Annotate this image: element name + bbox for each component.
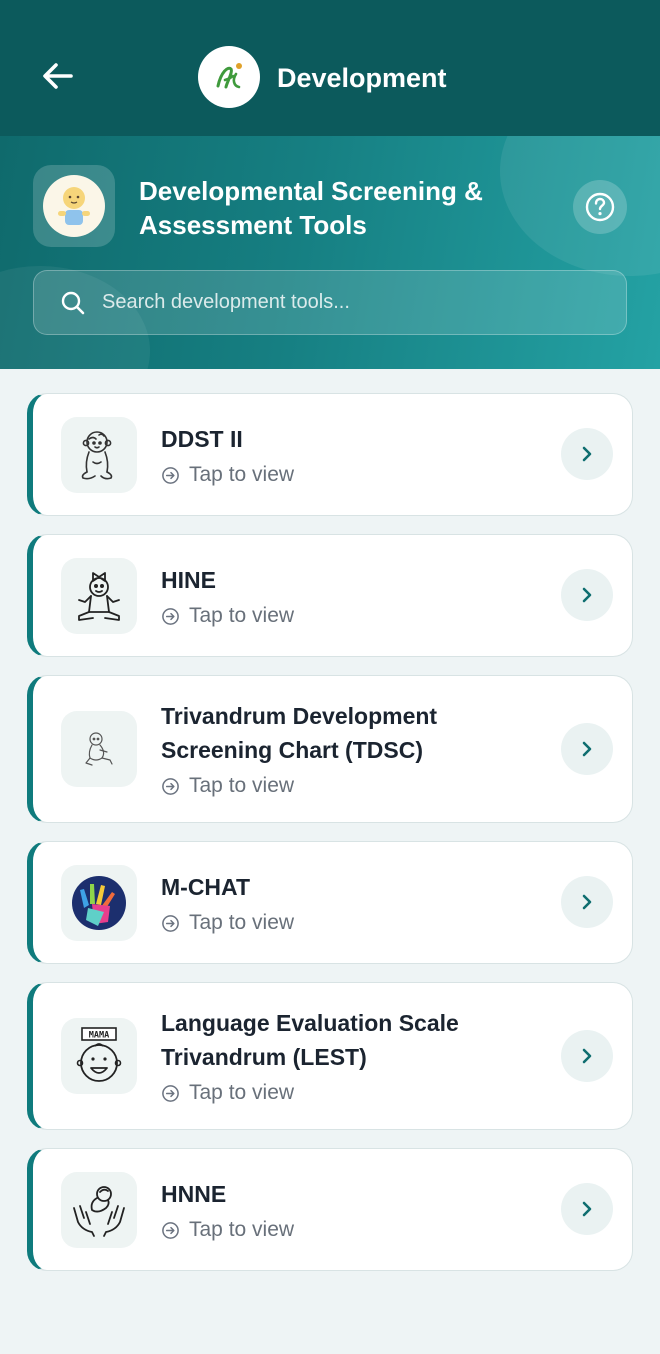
tool-title: M-CHAT — [161, 874, 250, 900]
arrow-left-icon — [43, 63, 73, 89]
baby-icon — [58, 187, 90, 225]
sitting-baby-icon — [81, 431, 113, 480]
app-logo — [198, 46, 260, 108]
tool-subtitle: Tap to view — [189, 1218, 295, 1241]
tool-title: Trivandrum Development Screening Chart (… — [161, 703, 438, 763]
open-tool-button[interactable] — [561, 428, 613, 480]
search-input[interactable] — [102, 291, 582, 314]
help-button[interactable] — [573, 180, 627, 234]
app-logo-icon — [216, 63, 242, 89]
tool-card-ddst-ii[interactable]: DDST II Tap to view — [27, 393, 633, 516]
chevron-right-icon — [582, 894, 592, 910]
top-app-bar: Development — [0, 0, 660, 136]
tool-subtitle: Tap to view — [189, 604, 295, 627]
tool-card-hine[interactable]: HINE Tap to view — [27, 534, 633, 657]
tool-card-lest[interactable]: MAMA Language Evaluation Scale Trivandru… — [27, 982, 633, 1130]
tool-subtitle: Tap to view — [189, 463, 295, 486]
tool-icon-box: MAMA — [61, 1018, 137, 1094]
back-button[interactable] — [36, 56, 80, 96]
tool-subtitle: Tap to view — [189, 774, 295, 797]
arrow-circle-right-icon — [161, 1083, 181, 1103]
hero-title: Developmental Screening & Assessment Too… — [139, 176, 483, 240]
tool-subtitle: Tap to view — [189, 1081, 295, 1104]
open-tool-button[interactable] — [561, 1030, 613, 1082]
tool-icon-box — [61, 1172, 137, 1248]
chevron-right-icon — [582, 1201, 592, 1217]
open-tool-button[interactable] — [561, 723, 613, 775]
question-circle-icon — [585, 192, 615, 222]
hero-icon-box — [33, 165, 115, 247]
arrow-circle-right-icon — [161, 606, 181, 626]
search-bar[interactable] — [33, 270, 627, 335]
tool-subtitle: Tap to view — [189, 911, 295, 934]
mama-baby-icon: MAMA — [76, 1027, 122, 1082]
arrow-circle-right-icon — [161, 913, 181, 933]
tool-icon-box — [61, 417, 137, 493]
crawling-baby-icon — [85, 732, 113, 766]
arrow-circle-right-icon — [161, 1220, 181, 1240]
chevron-right-icon — [582, 1048, 592, 1064]
svg-text:MAMA: MAMA — [89, 1031, 109, 1041]
baby-girl-icon — [78, 572, 120, 621]
chevron-right-icon — [582, 587, 592, 603]
tool-card-tdsc[interactable]: Trivandrum Development Screening Chart (… — [27, 675, 633, 823]
search-icon — [60, 289, 88, 317]
autism-hands-icon — [72, 876, 126, 930]
arrow-circle-right-icon — [161, 776, 181, 796]
tool-icon-box — [61, 711, 137, 787]
newborn-hands-icon — [73, 1186, 125, 1237]
open-tool-button[interactable] — [561, 569, 613, 621]
tool-icon-box — [61, 558, 137, 634]
hero-banner: Developmental Screening & Assessment Too… — [0, 136, 660, 369]
tool-title: HINE — [161, 567, 216, 593]
chevron-right-icon — [582, 446, 592, 462]
chevron-right-icon — [582, 741, 592, 757]
tool-title: DDST II — [161, 426, 243, 452]
page-title: Development — [277, 63, 447, 93]
tool-icon-box — [61, 865, 137, 941]
tool-card-hnne[interactable]: HNNE Tap to view — [27, 1148, 633, 1271]
open-tool-button[interactable] — [561, 876, 613, 928]
tool-card-m-chat[interactable]: M-CHAT Tap to view — [27, 841, 633, 964]
tool-title: HNNE — [161, 1181, 227, 1207]
arrow-circle-right-icon — [161, 465, 181, 485]
open-tool-button[interactable] — [561, 1183, 613, 1235]
tool-title: Language Evaluation Scale Trivandrum (LE… — [161, 1010, 459, 1070]
